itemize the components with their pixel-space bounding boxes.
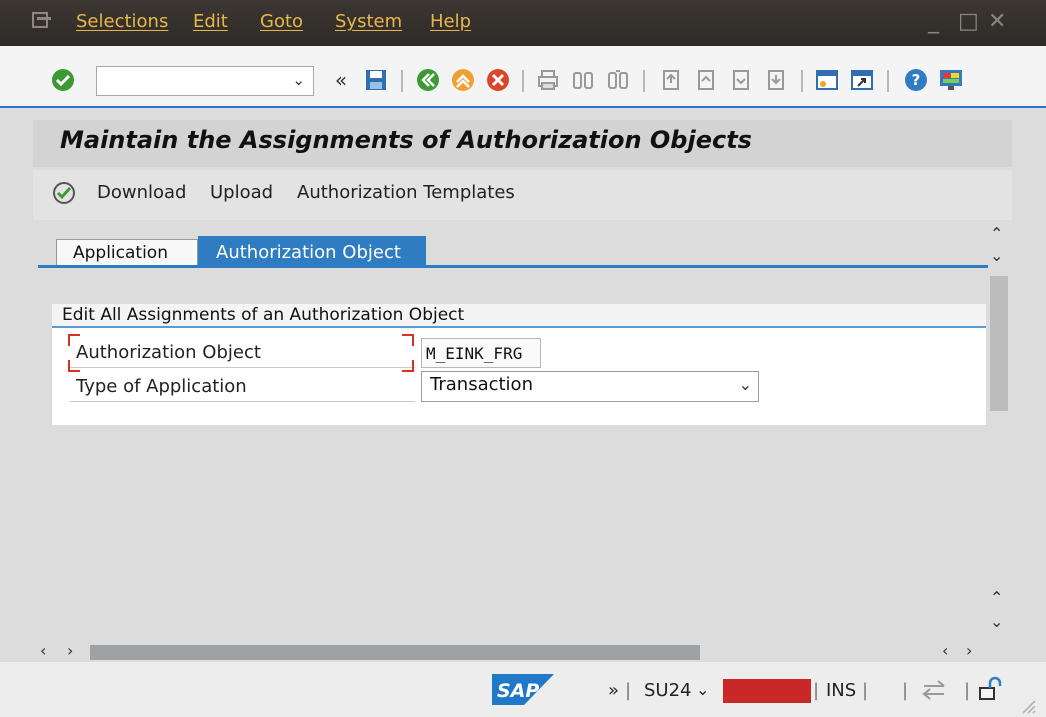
- previous-page-icon[interactable]: [693, 66, 719, 94]
- menu-icon[interactable]: [32, 12, 52, 30]
- exit-icon[interactable]: [450, 66, 476, 94]
- scroll-right-icon[interactable]: ›: [966, 641, 972, 660]
- content-area: [33, 222, 988, 640]
- tab-authorization-object[interactable]: Authorization Object: [198, 236, 426, 266]
- vertical-scroll-thumb[interactable]: [990, 276, 1008, 411]
- expand-status-icon[interactable]: »: [608, 680, 619, 701]
- menu-edit[interactable]: Edit: [193, 11, 228, 32]
- toolbar-separator: [643, 70, 645, 92]
- last-page-icon[interactable]: [763, 66, 789, 94]
- sap-logo: SAP: [492, 674, 554, 705]
- customize-layout-icon[interactable]: [938, 66, 964, 94]
- horizontal-scroll-thumb[interactable]: [90, 645, 700, 660]
- enter-icon[interactable]: [50, 66, 76, 94]
- scroll-left-icon[interactable]: ‹: [40, 641, 46, 660]
- scroll-up-icon[interactable]: ⌃: [990, 224, 1003, 243]
- save-icon[interactable]: [363, 66, 389, 94]
- find-next-icon[interactable]: [605, 66, 631, 94]
- first-page-icon[interactable]: [658, 66, 684, 94]
- chevron-down-icon[interactable]: ⌄: [292, 71, 305, 89]
- execute-icon[interactable]: [52, 181, 76, 205]
- print-icon[interactable]: [535, 66, 561, 94]
- type-of-application-label: Type of Application: [70, 372, 415, 402]
- transaction-code[interactable]: SU24: [644, 680, 692, 701]
- tab-strip-underline: [38, 265, 988, 268]
- scroll-down-icon[interactable]: ⌄: [990, 246, 1003, 265]
- toolbar-separator: [401, 70, 403, 92]
- chevron-down-icon[interactable]: ⌄: [739, 375, 752, 394]
- required-marker: [402, 360, 414, 372]
- shortcut-icon[interactable]: [849, 66, 875, 94]
- tab-application[interactable]: Application: [56, 239, 198, 266]
- svg-text:?: ?: [912, 71, 921, 89]
- back-icon[interactable]: [415, 66, 441, 94]
- download-button[interactable]: Download: [97, 182, 186, 203]
- unlock-icon[interactable]: [976, 676, 1002, 702]
- authorization-object-input[interactable]: M_EINK_FRG: [421, 338, 541, 368]
- scroll-right-icon[interactable]: ›: [67, 641, 73, 660]
- toolbar-separator: [801, 70, 803, 92]
- close-icon[interactable]: ✕: [988, 9, 1006, 34]
- create-session-icon[interactable]: [814, 66, 840, 94]
- page-title: Maintain the Assignments of Authorizatio…: [60, 126, 752, 154]
- maximize-icon[interactable]: □: [958, 9, 979, 34]
- menu-goto[interactable]: Goto: [260, 11, 303, 32]
- authorization-object-label: Authorization Object: [70, 338, 415, 368]
- next-page-icon[interactable]: [728, 66, 754, 94]
- svg-text:SAP: SAP: [497, 680, 539, 702]
- required-marker: [68, 360, 80, 372]
- transfer-icon[interactable]: [920, 678, 950, 702]
- authorization-templates-button[interactable]: Authorization Templates: [297, 182, 515, 203]
- insert-mode-indicator: INS: [826, 680, 857, 701]
- chevron-down-icon[interactable]: ⌄: [696, 680, 709, 699]
- minimize-icon[interactable]: _: [928, 9, 939, 34]
- required-marker: [402, 334, 414, 346]
- scroll-up-icon[interactable]: ⌃: [990, 588, 1003, 607]
- command-field[interactable]: ⌄: [96, 66, 314, 96]
- group-title: Edit All Assignments of an Authorization…: [52, 304, 986, 328]
- help-icon[interactable]: ?: [903, 66, 929, 94]
- type-of-application-value: Transaction: [430, 374, 533, 395]
- resize-grip-icon[interactable]: [1018, 696, 1036, 714]
- menu-selections[interactable]: Selections: [76, 11, 168, 32]
- type-of-application-select[interactable]: Transaction ⌄: [421, 371, 759, 402]
- upload-button[interactable]: Upload: [210, 182, 273, 203]
- menu-system[interactable]: System: [335, 11, 402, 32]
- find-icon[interactable]: [570, 66, 596, 94]
- back-double-icon[interactable]: «: [328, 66, 354, 94]
- toolbar-separator: [887, 70, 889, 92]
- toolbar-separator: [522, 70, 524, 92]
- redacted-system-info: [723, 679, 811, 703]
- menu-help[interactable]: Help: [430, 11, 471, 32]
- required-marker: [68, 334, 80, 346]
- scroll-down-icon[interactable]: ⌄: [990, 612, 1003, 631]
- cancel-icon[interactable]: [485, 66, 511, 94]
- scroll-left-icon[interactable]: ‹: [942, 641, 948, 660]
